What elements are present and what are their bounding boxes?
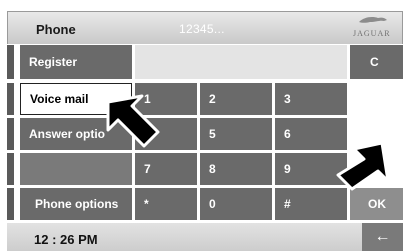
row-edge [7,188,14,220]
register-label: Register [29,55,78,69]
voice-mail-label: Voice mail [30,92,89,106]
key-hash-label: # [284,197,291,211]
key-0-label: 0 [209,197,216,211]
ok-label: OK [368,197,386,211]
row-edge [7,45,14,79]
key-star-label: * [144,197,149,211]
row-edge [7,118,14,150]
back-button[interactable]: ← [362,223,403,251]
pointer-arrow-icon [106,94,160,148]
key-8-label: 8 [209,162,216,176]
clear-button[interactable]: C [350,45,403,79]
key-5[interactable]: 5 [200,118,272,150]
row-edge [7,83,14,115]
phone-options-label: Phone options [35,197,119,211]
key-8[interactable]: 8 [200,153,272,185]
key-7-label: 7 [144,162,151,176]
key-0[interactable]: 0 [200,188,272,220]
brand-name: JAGUAR [353,29,391,38]
dialed-number: 12345... [179,22,225,36]
key-9-label: 9 [284,162,291,176]
empty-menu-slot [20,153,132,185]
number-display-area [135,45,347,79]
jaguar-logo-icon [359,17,387,23]
register-button[interactable]: Register [20,45,132,79]
row-edge [7,153,14,185]
back-arrow-icon: ← [374,228,391,245]
key-2-label: 2 [209,92,216,106]
phone-screen: Phone 12345... JAGUAR Register C Voice m… [0,0,409,251]
blank-cell [350,83,403,115]
key-3-label: 3 [284,92,291,106]
phone-options-button[interactable]: Phone options [20,188,132,220]
key-3[interactable]: 3 [275,83,347,115]
key-star[interactable]: * [135,188,197,220]
key-5-label: 5 [209,127,216,141]
key-7[interactable]: 7 [135,153,197,185]
key-2[interactable]: 2 [200,83,272,115]
key-6-label: 6 [284,127,291,141]
pointer-arrow-icon [336,141,390,191]
page-title: Phone [36,22,76,37]
answer-options-label: Answer optio [29,127,106,141]
clock-time: 12 : 26 PM [34,232,98,247]
clear-label: C [370,55,379,69]
